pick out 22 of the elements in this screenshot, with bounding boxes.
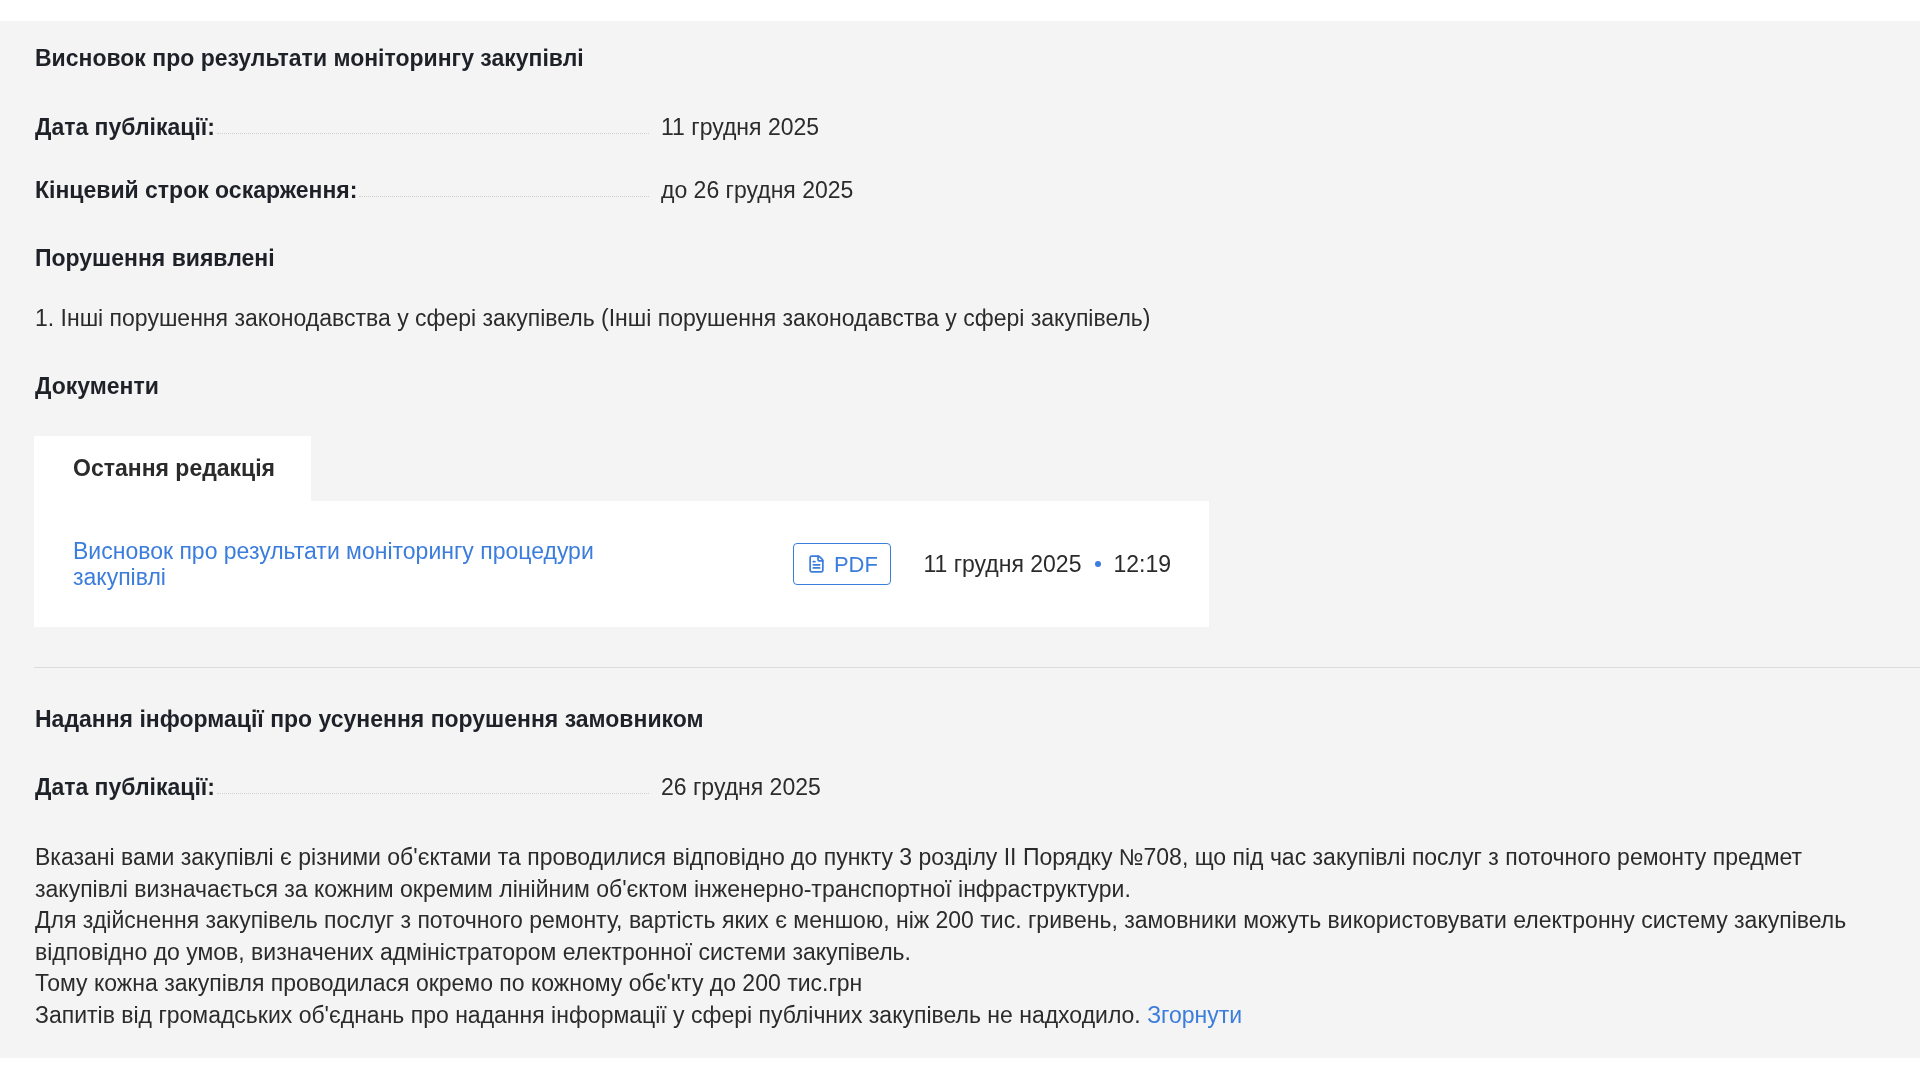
field-value: до 26 грудня 2025	[661, 176, 854, 205]
section-title: Висновок про результати моніторингу закупівлі	[35, 44, 585, 73]
description-text: Тому кожна закупівля проводилася окремо по кожному обє'кту до 200 тис.грн	[35, 969, 864, 999]
description-text: Запитів від громадських об'єднань про надання інформації у сфері публічних закупівель не надходило. Згорнути	[35, 1000, 1244, 1030]
description-text: Для здійснення закупівель послуг з поточного ремонту, вартість яких є меншою, ніж 200 тис. гривень, замовники можуть використовувати електронну систему закупівель відповідно до умов, визначених адміністратором електронної системи закупівель.	[35, 906, 1848, 967]
pdf-download-button[interactable]: PDF	[793, 543, 892, 585]
field-label: Дата публікації:	[35, 773, 215, 802]
field-value: 26 грудня 2025	[661, 773, 821, 802]
document-date: 11 грудня 2025	[923, 549, 1082, 579]
document-tab[interactable]: Остання редакція	[34, 436, 311, 501]
document-link[interactable]: Висновок про результати моніторингу процедури закупівлі	[73, 538, 633, 590]
document-time: 12:19	[1113, 549, 1171, 579]
collapse-link[interactable]: Згорнути	[1147, 1001, 1243, 1028]
description-text: Вказані вами закупівлі є різними об'єктами та проводилися відповідно до пункту 3 розділу II Порядку №708, що під час закупівлі послуг з поточного ремонту предмет закупівлі визначається за кожним окремим лінійним об'єктом інженерно-транспортної інфраструктури.	[35, 843, 1803, 904]
field-label: Кінцевий строк оскарження:	[35, 176, 358, 205]
field-label: Дата публікації:	[35, 113, 215, 142]
violations-heading: Порушення виявлені	[35, 244, 276, 273]
document-icon	[806, 554, 826, 574]
violation-item: 1. Інші порушення законодавства у сфері закупівель (Інші порушення законодавства у сфері закупівель)	[35, 304, 1152, 333]
field-value: 11 грудня 2025	[661, 113, 820, 142]
section-title: Надання інформації про усунення порушення замовником	[35, 705, 705, 734]
documents-heading: Документи	[35, 372, 160, 401]
